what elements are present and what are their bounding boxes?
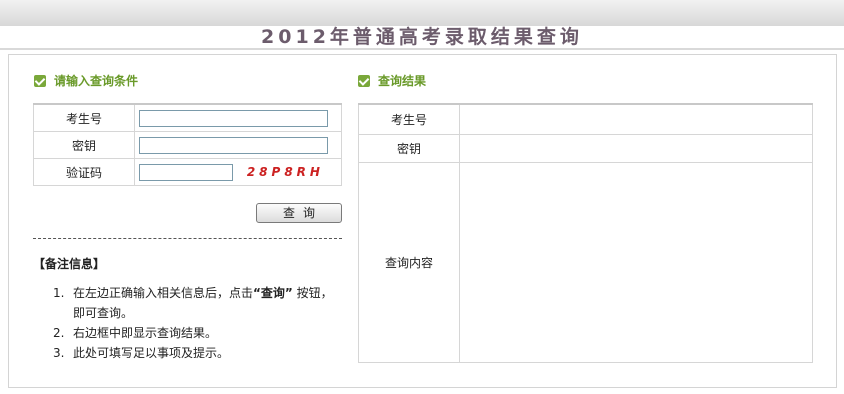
captcha-label: 验证码	[33, 158, 135, 186]
query-heading-label: 请输入查询条件	[54, 74, 139, 88]
result-content-value	[459, 161, 813, 363]
note-text: 即可查询。	[73, 306, 134, 320]
key-label: 密钥	[33, 131, 135, 159]
check-square-icon	[358, 74, 370, 87]
main-panel: 请输入查询条件 考生号 密钥 验证码 28P8RH 查询 【备注信息】 1. 在…	[8, 54, 837, 388]
form-row-key: 密钥	[33, 131, 342, 159]
result-heading-label: 查询结果	[378, 74, 427, 88]
note-bold: “查询”	[253, 286, 293, 300]
result-exam-number-label: 考生号	[358, 103, 460, 135]
form-row-captcha: 验证码 28P8RH	[33, 158, 342, 186]
result-row-content: 查询内容	[358, 161, 813, 363]
title-divider	[0, 48, 844, 50]
page-title: 2012年普通高考录取结果查询	[261, 26, 583, 48]
query-heading: 请输入查询条件	[34, 72, 138, 89]
note-text: 按钮，	[296, 286, 333, 300]
note-number: 3.	[53, 346, 65, 360]
notes-list: 1. 在左边正确输入相关信息后，点击“查询” 按钮， 即可查询。 2. 右边框中…	[53, 283, 343, 363]
exam-number-input[interactable]	[139, 109, 328, 127]
result-table: 考生号 密钥 查询内容	[358, 103, 813, 363]
note-item: 1. 在左边正确输入相关信息后，点击“查询” 按钮， 即可查询。	[53, 283, 343, 323]
captcha-code[interactable]: 28P8RH	[247, 165, 324, 179]
query-button[interactable]: 查询	[256, 203, 342, 223]
result-key-label: 密钥	[358, 133, 460, 163]
notes-title: 【备注信息】	[33, 257, 106, 271]
result-heading: 查询结果	[358, 72, 426, 89]
query-form: 考生号 密钥 验证码 28P8RH	[33, 103, 342, 186]
note-text: 在左边正确输入相关信息后，点击	[73, 286, 254, 300]
form-row-exam-number: 考生号	[33, 103, 342, 132]
note-text: 此处可填写足以事项及提示。	[73, 346, 230, 360]
note-number: 1.	[53, 286, 65, 300]
note-number: 2.	[53, 326, 65, 340]
note-text: 右边框中即显示查询结果。	[73, 326, 218, 340]
check-square-icon	[34, 74, 46, 87]
note-item: 3. 此处可填写足以事项及提示。	[53, 343, 343, 363]
result-row-key: 密钥	[358, 133, 813, 163]
dashed-divider	[33, 238, 342, 239]
captcha-input[interactable]	[139, 163, 233, 181]
result-content-label: 查询内容	[358, 161, 460, 363]
note-item: 2. 右边框中即显示查询结果。	[53, 323, 343, 343]
result-row-exam-number: 考生号	[358, 103, 813, 135]
exam-number-label: 考生号	[33, 103, 135, 132]
top-bar	[0, 0, 844, 26]
result-key-value	[459, 133, 813, 163]
result-exam-number-value	[459, 103, 813, 135]
key-input[interactable]	[139, 136, 328, 154]
